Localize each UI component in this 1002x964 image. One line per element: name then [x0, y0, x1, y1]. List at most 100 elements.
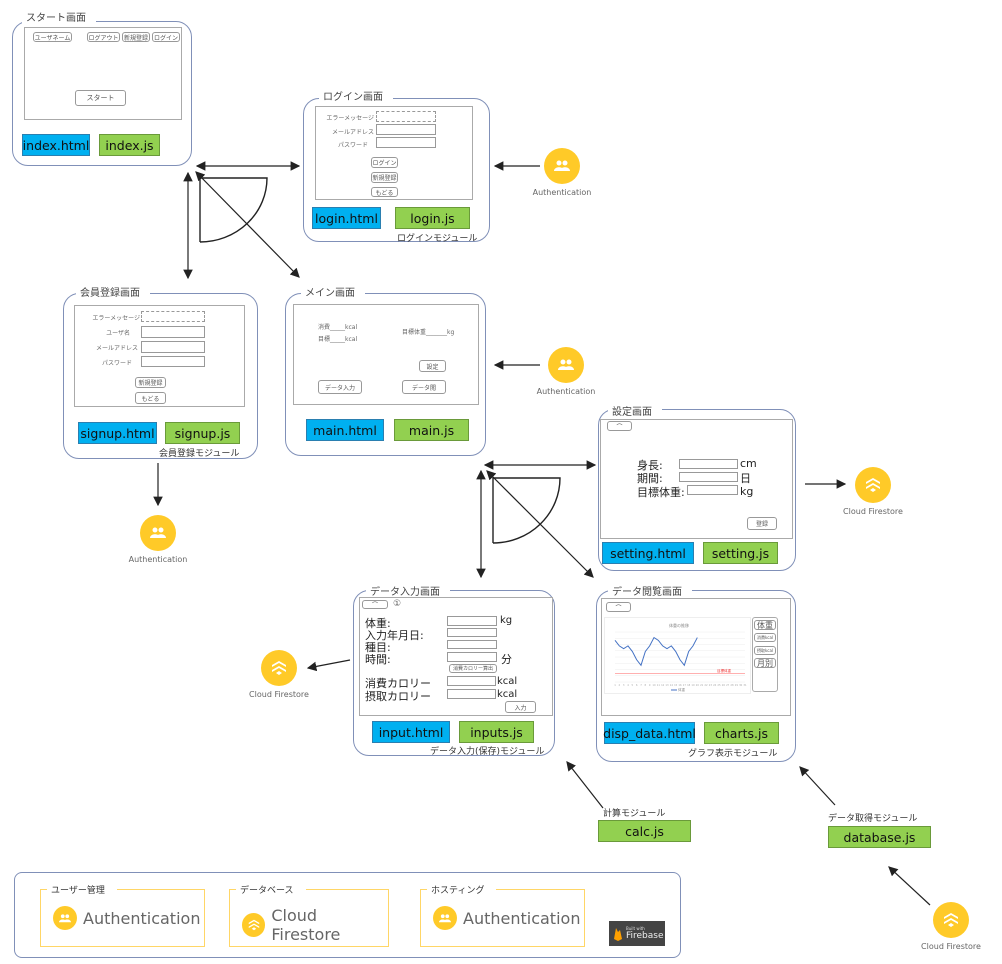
charts-js-file: charts.js — [704, 722, 779, 744]
back-button[interactable]: ⌒ — [607, 421, 632, 431]
x-tick-label: 11 — [657, 683, 661, 687]
database-module-label: データ取得モジュール — [828, 814, 918, 824]
monthly-button[interactable]: 月別 — [754, 658, 776, 668]
weight-field[interactable] — [447, 616, 497, 626]
burned-kcal-button[interactable]: 消費kcal — [754, 633, 776, 642]
calc-calorie-button[interactable]: 消費カロリー算出 — [449, 664, 497, 673]
input-html-file: input.html — [372, 721, 450, 743]
start-button[interactable]: スタート — [75, 90, 126, 106]
logout-button[interactable]: ログアウト — [87, 32, 120, 42]
firestore-service-database: Cloud Firestore — [914, 902, 988, 951]
firestore-label: Cloud Firestore — [249, 690, 309, 699]
login-submit-button[interactable]: ログイン — [371, 157, 398, 168]
time-unit: 分 — [501, 653, 512, 666]
step-marker: ① — [393, 599, 402, 609]
period-field[interactable] — [679, 472, 738, 482]
x-tick-label: 18 — [687, 683, 691, 687]
target-weight-unit: kg — [740, 485, 754, 498]
login-html-file: login.html — [312, 207, 381, 229]
legend-hosting-title: ホスティング — [427, 883, 497, 896]
x-tick-label: 7 — [640, 683, 642, 687]
username-button[interactable]: ユーザネーム — [33, 32, 72, 42]
x-tick-label: 17 — [683, 683, 687, 687]
settings-button[interactable]: 設定 — [419, 360, 446, 372]
x-tick-label: 5 — [632, 683, 634, 687]
target-weight-field[interactable] — [687, 485, 738, 495]
time-label: 時間: — [365, 653, 391, 666]
firestore-icon — [242, 913, 266, 937]
signup-button[interactable]: 新規登録 — [122, 32, 150, 42]
x-tick-label: 25 — [717, 683, 721, 687]
main-html-file: main.html — [306, 419, 384, 441]
x-tick-label: 19 — [691, 683, 695, 687]
input-module-caption: データ入力(保存)モジュール — [430, 747, 545, 757]
password-field[interactable] — [141, 356, 205, 367]
intake-kcal-button[interactable]: 摂取kcal — [754, 646, 776, 655]
legend-hosting-label: Authentication — [463, 908, 581, 928]
legend-user-mgmt-title: ユーザー管理 — [47, 883, 117, 896]
login-button[interactable]: ログイン — [152, 32, 180, 42]
x-tick-label: 3 — [623, 683, 625, 687]
period-unit: 日 — [740, 472, 751, 485]
height-unit: cm — [740, 457, 757, 470]
time-field[interactable] — [447, 652, 497, 662]
legend-database: データベース Cloud Firestore — [229, 883, 389, 947]
password-label: パスワード — [337, 142, 368, 149]
firestore-service-setting: Cloud Firestore — [836, 467, 910, 516]
password-field[interactable] — [376, 137, 436, 148]
signup-back-button[interactable]: もどる — [135, 392, 166, 404]
login-signup-button[interactable]: 新規登録 — [371, 172, 398, 183]
setting-html-file: setting.html — [602, 542, 694, 564]
target-weight-text: 目標体重_______kg — [402, 329, 455, 336]
auth-service-signup: Authentication — [126, 515, 190, 564]
x-tick-label: 12 — [661, 683, 665, 687]
x-tick-label: 23 — [709, 683, 713, 687]
weight-toggle-button[interactable]: 体重 — [754, 620, 776, 630]
x-tick-label: 1 — [614, 683, 616, 687]
data-input-button[interactable]: データ入力 — [318, 380, 362, 394]
height-field[interactable] — [679, 459, 738, 469]
login-module-caption: ログインモジュール — [397, 234, 478, 244]
x-tick-label: 20 — [696, 683, 700, 687]
burned-calorie-field[interactable] — [447, 676, 496, 686]
x-tick-label: 16 — [678, 683, 682, 687]
back-button[interactable]: ⌒ — [362, 600, 388, 609]
built-with-firebase-badge: Built with Firebase — [609, 921, 665, 946]
x-tick-label: 6 — [636, 683, 638, 687]
firestore-label: Cloud Firestore — [843, 507, 903, 516]
auth-service-login: Authentication — [530, 148, 594, 197]
weight-chart: 体重の推移 1 2 3 4 5 6 7 8 9 10 11 12 13 14 15 16 17 18 19 20 21 2… — [604, 617, 751, 694]
weight-series-line — [614, 636, 698, 667]
x-tick-label: 8 — [645, 683, 647, 687]
disp-data-html-file: disp_data.html — [603, 722, 696, 744]
signup-submit-button[interactable]: 新規登録 — [135, 377, 166, 388]
back-button[interactable]: ⌒ — [606, 602, 631, 612]
inputs-js-file: inputs.js — [459, 721, 534, 743]
x-tick-label: 21 — [700, 683, 704, 687]
calc-js-file: calc.js — [598, 820, 691, 842]
login-back-button[interactable]: もどる — [371, 187, 398, 197]
register-button[interactable]: 登録 — [747, 517, 777, 530]
signup-js-file: signup.js — [165, 422, 240, 444]
legend-user-management: ユーザー管理 Authentication — [40, 883, 205, 947]
exercise-field[interactable] — [447, 640, 497, 649]
index-js-file: index.js — [99, 134, 160, 156]
x-tick-label: 10 — [652, 683, 656, 687]
intake-calorie-field[interactable] — [447, 689, 496, 699]
date-field[interactable] — [447, 628, 497, 637]
email-label: メールアドレス — [95, 345, 138, 352]
email-field[interactable] — [141, 341, 205, 353]
auth-label: Authentication — [128, 555, 188, 564]
email-label: メールアドレス — [331, 129, 374, 136]
signup-html-file: signup.html — [78, 422, 157, 444]
firestore-icon — [933, 902, 969, 938]
submit-input-button[interactable]: 入力 — [505, 701, 536, 713]
signup-module-caption: 会員登録モジュール — [159, 449, 240, 459]
burned-calorie-unit: kcal — [497, 676, 518, 687]
username-label: ユーザ名 — [106, 330, 130, 337]
x-tick-label: 2 — [619, 683, 621, 687]
data-view-button[interactable]: データ閲 — [402, 380, 446, 394]
x-tick-label: 26 — [722, 683, 726, 687]
username-field[interactable] — [141, 326, 205, 338]
email-field[interactable] — [376, 124, 436, 135]
